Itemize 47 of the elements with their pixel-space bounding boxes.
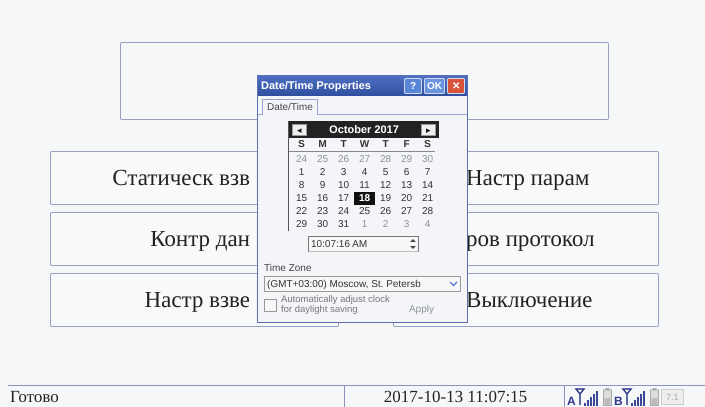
- version-label: 7.1: [661, 388, 684, 404]
- calendar-day[interactable]: 20: [396, 192, 417, 205]
- calendar-day[interactable]: 18: [354, 192, 375, 205]
- spinner-icon[interactable]: [410, 238, 416, 250]
- battery-icon: [603, 388, 612, 406]
- calendar-day[interactable]: 12: [375, 179, 396, 192]
- help-button[interactable]: ?: [404, 78, 422, 94]
- calendar-day[interactable]: 5: [375, 166, 396, 179]
- calendar-day[interactable]: 30: [312, 218, 333, 231]
- checkbox[interactable]: [264, 299, 277, 312]
- calendar-day[interactable]: 19: [375, 192, 396, 205]
- calendar-day[interactable]: 26: [375, 205, 396, 218]
- calendar-day[interactable]: 13: [396, 179, 417, 192]
- chevron-down-icon: [449, 281, 458, 287]
- calendar-day[interactable]: 16: [312, 192, 333, 205]
- weekday-label: T: [381, 138, 390, 151]
- dialog-title: Date/Time Properties: [261, 80, 372, 92]
- weekday-label: M: [317, 138, 328, 151]
- calendar-day[interactable]: 25: [354, 205, 375, 218]
- previous-month-button[interactable]: ◂: [292, 124, 307, 136]
- calendar-day[interactable]: 11: [354, 179, 375, 192]
- tab[interactable]: Date/Time: [262, 99, 318, 115]
- status-datetime: 2017-10-13 11:07:15: [345, 386, 565, 407]
- time-zone-label: Time Zone: [264, 263, 312, 274]
- calendar-day[interactable]: 9: [312, 179, 333, 192]
- time-field[interactable]: 10:07:16 AM: [308, 236, 419, 252]
- calendar-day[interactable]: 29: [291, 218, 312, 231]
- status-text: Готово: [8, 386, 345, 407]
- weekday-label: S: [423, 138, 432, 151]
- calendar-day[interactable]: 6: [396, 166, 417, 179]
- next-month-button[interactable]: ▸: [420, 124, 436, 136]
- close-button[interactable]: ✕: [447, 78, 465, 94]
- weekday-label: T: [339, 138, 348, 151]
- calendar-day[interactable]: 1: [291, 166, 312, 179]
- calendar-day[interactable]: 21: [417, 192, 438, 205]
- calendar-day[interactable]: 4: [354, 166, 375, 179]
- calendar-day[interactable]: 15: [291, 192, 312, 205]
- month-title: October 2017: [329, 124, 399, 136]
- weekday-label: F: [402, 138, 411, 151]
- weekday-label: W: [358, 138, 370, 151]
- weekday-label: S: [297, 138, 306, 151]
- calendar-day[interactable]: 8: [291, 179, 312, 192]
- calendar-day[interactable]: 14: [417, 179, 438, 192]
- calendar-day[interactable]: 7: [417, 166, 438, 179]
- battery-icon: [650, 388, 659, 406]
- time-zone-dropdown[interactable]: (GMT+03:00) Moscow, St. Petersb: [264, 276, 461, 292]
- calendar-day[interactable]: 2: [312, 166, 333, 179]
